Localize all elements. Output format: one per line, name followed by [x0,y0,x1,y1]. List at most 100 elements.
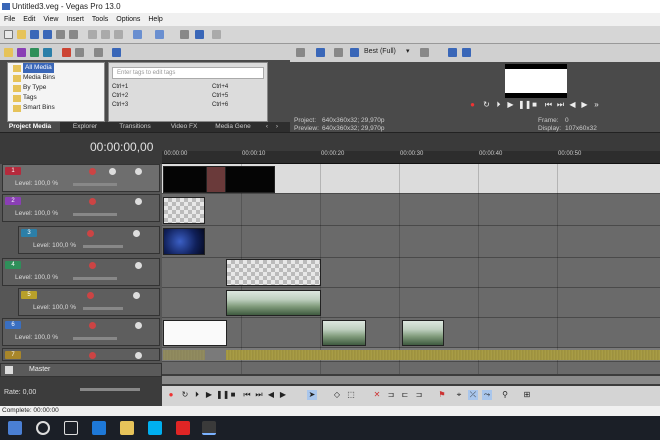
level-slider[interactable] [83,307,123,310]
menu-options[interactable]: Options [112,13,144,26]
task-view-icon[interactable] [64,421,78,435]
snapping-icon[interactable]: ⌖ [454,390,464,400]
get-media-icon[interactable] [30,48,39,57]
go-start-icon[interactable]: ⏮ [544,100,553,109]
stop-icon[interactable]: ■ [228,390,238,400]
auto-crossfade-icon[interactable]: ⤫ [468,390,478,400]
track-header-1[interactable]: 1 Level: 100,0 % [2,164,160,192]
next-frame-icon[interactable]: ▶ [278,390,288,400]
mute-icon[interactable] [133,292,140,299]
copy-snapshot-icon[interactable] [448,48,457,57]
mute-icon[interactable] [135,262,142,269]
track-lane-3[interactable] [162,226,660,258]
tab-media-generators[interactable]: Media Gene [208,122,258,132]
track-header-3[interactable]: 3 Level: 100,0 % [18,226,160,254]
overlays-icon[interactable] [420,48,429,57]
audio-waveform[interactable] [226,350,660,360]
video-clip[interactable] [226,259,321,286]
play-icon[interactable]: ▶ [204,390,214,400]
track-header-2[interactable]: 2 Level: 100,0 % [2,194,160,222]
chevron-down-icon[interactable]: ▾ [406,47,410,55]
open-icon[interactable] [17,30,26,39]
tab-explorer[interactable]: Explorer [62,122,108,132]
time-ruler[interactable]: 00:00:00 00:00:10 00:00:20 00:00:30 00:0… [162,151,660,164]
menu-tools[interactable]: Tools [88,13,112,26]
properties-icon[interactable] [69,30,78,39]
vegas-taskbar-icon[interactable] [202,421,216,435]
video-clip[interactable] [226,290,321,316]
refresh-icon[interactable] [43,48,52,57]
stop-icon[interactable]: ■ [530,100,539,109]
envelope-tool-icon[interactable] [195,30,204,39]
trim-icon[interactable]: ⊐ [386,390,396,400]
file-explorer-icon[interactable] [120,421,134,435]
rate-slider[interactable] [80,388,140,391]
mute-icon[interactable] [135,352,142,359]
cut-icon[interactable] [88,30,97,39]
skype-icon[interactable] [148,421,162,435]
selection-tool-icon[interactable]: ⬚ [346,390,356,400]
level-slider[interactable] [73,183,117,186]
mute-icon[interactable] [135,168,142,175]
lock-envelopes-icon[interactable]: ⚲ [500,390,510,400]
views-icon[interactable] [94,48,103,57]
video-clip[interactable] [163,197,205,224]
tree-item-tags[interactable]: Tags [23,93,37,103]
compositing-icon[interactable] [109,168,116,175]
loop-icon[interactable]: ↻ [180,390,190,400]
level-slider[interactable] [83,245,123,248]
tabs-scroll-right-icon[interactable]: › [272,122,282,132]
play-icon[interactable]: ▶ [506,100,515,109]
windows-start-icon[interactable] [8,421,22,435]
preview-properties-icon[interactable] [296,48,305,57]
record-icon[interactable]: ● [166,390,176,400]
track-fx-icon[interactable] [89,198,96,205]
envelope-tool-icon[interactable]: ◇ [332,390,342,400]
menu-view[interactable]: View [39,13,62,26]
preview-quality-select[interactable]: Best (Full) [364,48,396,55]
media-fx-icon[interactable] [75,48,84,57]
video-fx-icon[interactable] [334,48,343,57]
record-icon[interactable]: ● [468,100,477,109]
marker-icon[interactable]: ⚑ [437,390,447,400]
crossfade[interactable] [206,166,226,193]
play-from-start-icon[interactable]: ⏵ [192,390,202,400]
split-screen-icon[interactable] [350,48,359,57]
yandex-browser-icon[interactable] [176,421,190,435]
track-header-7[interactable]: 7 [2,348,160,361]
tree-item-media-bins[interactable]: Media Bins [23,73,55,83]
more-icon[interactable]: » [592,100,601,109]
track-header-6[interactable]: 6 Level: 100,0 % [2,318,160,346]
next-frame-icon[interactable]: ▶ [580,100,589,109]
audio-waveform[interactable] [163,350,205,360]
pause-icon[interactable]: ❚❚ [518,100,531,109]
remove-media-icon[interactable] [62,48,71,57]
loop-icon[interactable]: ↻ [482,100,491,109]
tag-search-input[interactable]: Enter tags to edit tags [112,67,264,79]
search-media-icon[interactable] [112,48,121,57]
tab-video-fx[interactable]: Video FX [162,122,206,132]
video-clip[interactable] [163,228,205,255]
edge-browser-icon[interactable] [92,421,106,435]
tab-transitions[interactable]: Transitions [110,122,160,132]
ignore-grouping-icon[interactable]: ⊞ [522,390,532,400]
delete-icon[interactable]: ✕ [372,390,382,400]
menu-help[interactable]: Help [144,13,166,26]
track-fx-icon[interactable] [87,292,94,299]
video-clip[interactable] [402,320,444,346]
auto-ripple-icon[interactable]: ⤳ [482,390,492,400]
copy-icon[interactable] [101,30,110,39]
capture-icon[interactable] [17,48,26,57]
search-icon[interactable] [36,421,50,435]
prev-frame-icon[interactable]: ◀ [568,100,577,109]
render-icon[interactable] [56,30,65,39]
save-snapshot-icon[interactable] [462,48,471,57]
new-project-icon[interactable] [4,30,13,39]
timeline-tracks[interactable] [162,164,660,374]
tree-item-all-media[interactable]: All Media [23,63,54,73]
save-icon[interactable] [30,30,39,39]
go-start-icon[interactable]: ⏮ [242,390,252,400]
prev-frame-icon[interactable]: ◀ [266,390,276,400]
track-fx-icon[interactable] [89,352,96,359]
import-media-icon[interactable] [4,48,13,57]
